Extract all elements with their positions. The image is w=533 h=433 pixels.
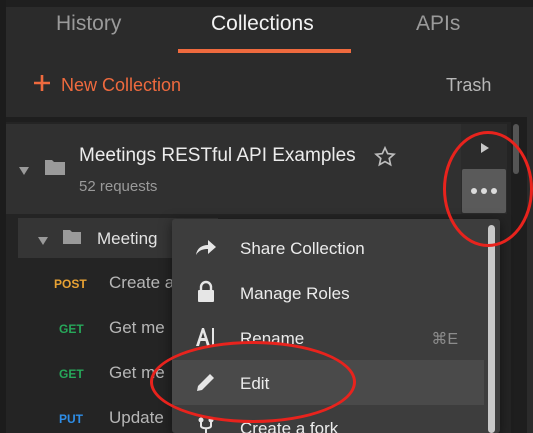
shortcut-hint: ⌘E [431,331,458,348]
folder-name: Meeting [97,229,158,248]
request-name[interactable]: Update [109,408,164,428]
tab-history[interactable]: History [56,12,121,36]
request-name[interactable]: Create a [109,273,174,293]
method-badge: GET [59,367,84,381]
annotation-circle-more [443,131,533,247]
request-count: 52 requests [79,178,158,195]
method-badge: GET [59,322,84,336]
collection-name: Meetings RESTful API Examples [79,145,356,166]
subfolder-icon [62,229,82,250]
star-icon[interactable] [374,145,396,173]
plus-icon [33,74,51,97]
folder-icon [44,158,66,181]
active-tab-indicator [178,49,351,53]
new-collection-button[interactable]: New Collection [33,74,181,97]
method-badge: POST [54,277,87,291]
collapse-caret-icon[interactable] [18,163,30,181]
menu-item-manage-roles[interactable]: Manage Roles [172,270,484,315]
request-name[interactable]: Get me [109,318,165,338]
new-collection-label: New Collection [61,75,182,95]
share-icon [194,235,218,259]
window-top-edge [0,0,533,7]
tab-collections[interactable]: Collections [211,12,314,36]
menu-item-share-collection[interactable]: Share Collection [172,225,484,270]
annotation-circle-edit [150,341,356,423]
method-badge: PUT [59,412,83,426]
lock-icon [194,280,218,304]
folder-caret-icon[interactable] [37,233,49,251]
menu-scrollbar[interactable] [488,225,495,433]
trash-button[interactable]: Trash [446,75,491,96]
tab-apis[interactable]: APIs [416,12,460,36]
